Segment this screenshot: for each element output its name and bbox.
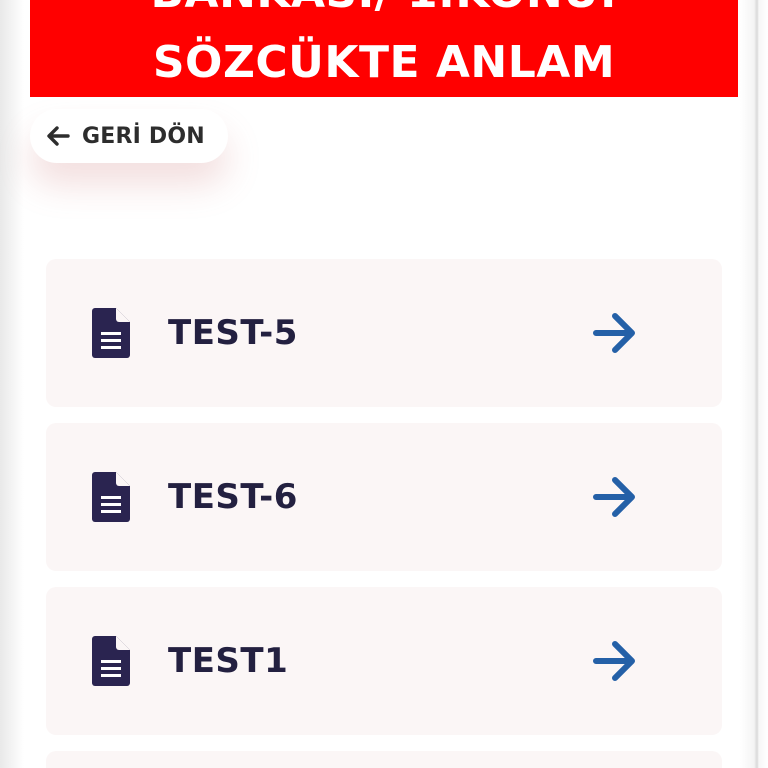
arrow-right-icon[interactable] [592,312,638,354]
test-title: TEST-5 [168,313,298,353]
page-title-line-1: BANKASI/ 1.KONU: [30,0,738,18]
back-button[interactable]: GERİ DÖN [30,109,228,163]
back-button-label: GERİ DÖN [82,123,205,149]
document-icon [92,472,130,522]
document-icon [92,636,130,686]
arrow-right-icon[interactable] [592,640,638,682]
arrow-left-icon [44,122,72,150]
test-item-test-5[interactable]: TEST-5 [46,259,722,407]
page-title-line-2: SÖZCÜKTE ANLAM [152,37,616,88]
arrow-right-icon[interactable] [592,476,638,518]
left-edge-shadow [0,0,24,768]
test-title: TEST1 [168,641,289,681]
test-title: TEST-6 [168,477,298,517]
test-item-partial[interactable] [46,751,722,768]
header-banner: BANKASI/ 1.KONU: SÖZCÜKTE ANLAM [30,0,738,97]
test-item-test1[interactable]: TEST1 [46,587,722,735]
scrollbar-track[interactable] [740,0,768,768]
test-item-test-6[interactable]: TEST-6 [46,423,722,571]
document-icon [92,308,130,358]
